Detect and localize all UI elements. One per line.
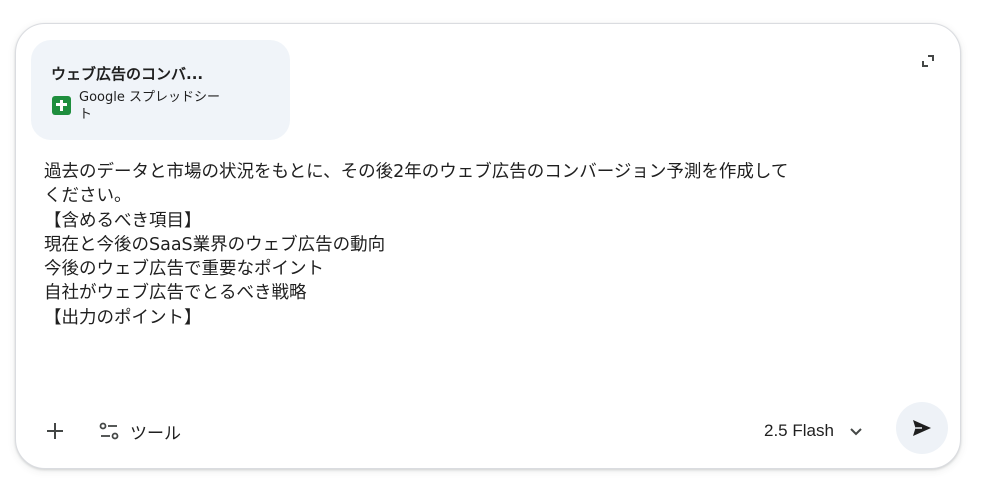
expand-icon[interactable]: [918, 51, 938, 71]
google-sheets-icon: [52, 96, 71, 115]
add-button[interactable]: [38, 414, 72, 448]
attachment-title: ウェブ広告のコンバ...: [51, 65, 204, 83]
attachment-source: Google スプレッドシート: [79, 90, 220, 122]
tune-icon: [99, 422, 119, 440]
attachment-card[interactable]: ウェブ広告のコンバ... Google スプレッドシート: [31, 40, 290, 140]
tools-button[interactable]: ツール: [98, 414, 181, 448]
prompt-composer: ウェブ広告のコンバ... Google スプレッドシート 過去のデータと市場の状…: [15, 23, 961, 469]
model-selector[interactable]: 2.5 Flash: [764, 414, 868, 448]
chevron-down-icon: [850, 428, 862, 436]
send-button[interactable]: [896, 402, 948, 454]
send-icon: [913, 420, 931, 436]
tools-label: ツール: [130, 423, 181, 444]
model-label: 2.5 Flash: [764, 421, 834, 440]
prompt-input[interactable]: 過去のデータと市場の状況をもとに、その後2年のウェブ広告のコンバージョン予測を作…: [44, 160, 924, 330]
plus-icon: [47, 423, 63, 439]
